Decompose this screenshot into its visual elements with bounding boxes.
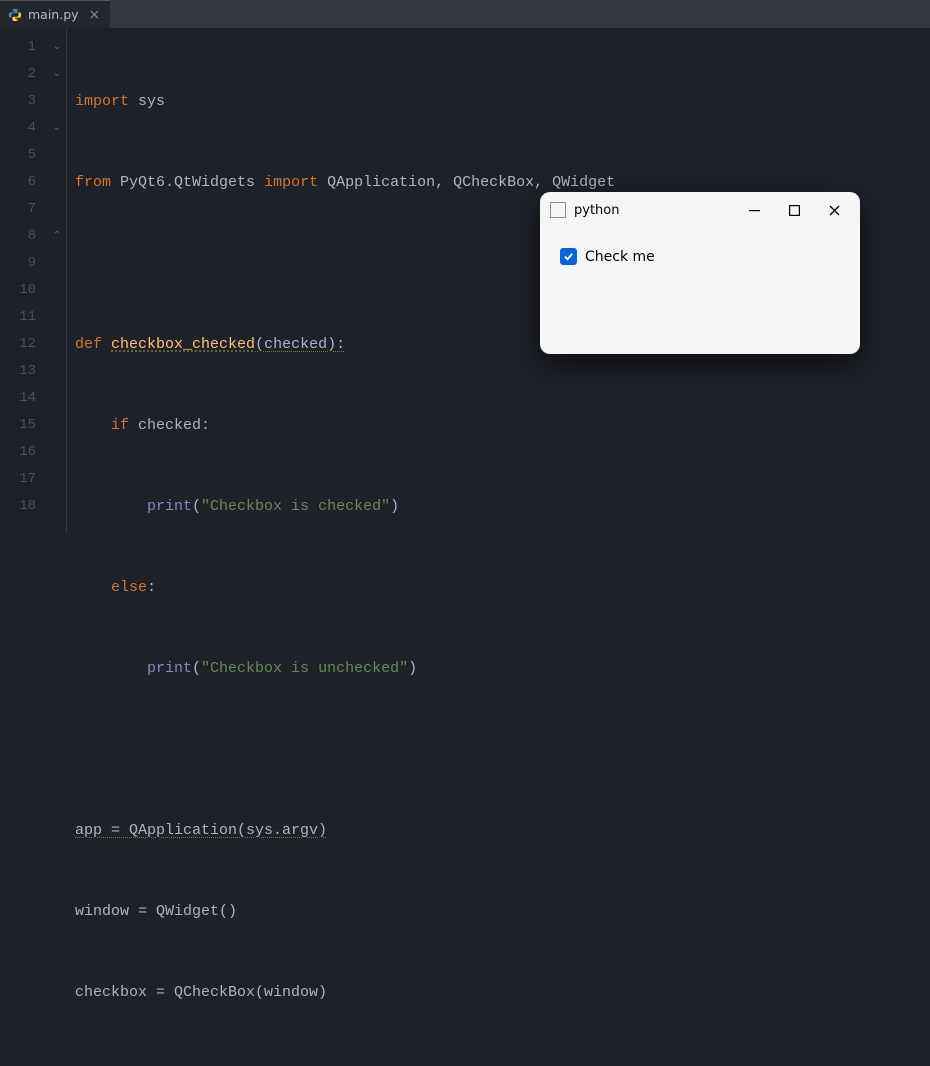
line-number: 17	[0, 466, 48, 493]
line-number: 7	[0, 196, 48, 223]
fold-spacer	[48, 466, 66, 493]
line-number: 14	[0, 385, 48, 412]
tab-bar: main.py ×	[0, 0, 930, 28]
line-number-gutter: 123456789101112131415161718	[0, 28, 48, 533]
line-number: 10	[0, 277, 48, 304]
checkbox-box[interactable]	[560, 248, 577, 265]
fold-toggle-icon[interactable]: ⌄	[48, 115, 66, 142]
line-number: 8	[0, 223, 48, 250]
fold-spacer	[48, 169, 66, 196]
fold-toggle-icon[interactable]: ⌄	[48, 61, 66, 88]
fold-spacer	[48, 250, 66, 277]
maximize-icon	[789, 205, 800, 216]
fold-spacer	[48, 331, 66, 358]
fold-spacer	[48, 277, 66, 304]
line-number: 12	[0, 331, 48, 358]
titlebar[interactable]: python	[540, 192, 860, 228]
line-number: 13	[0, 358, 48, 385]
line-number: 2	[0, 61, 48, 88]
line-number: 5	[0, 142, 48, 169]
close-icon	[829, 205, 840, 216]
tab-filename: main.py	[28, 7, 79, 22]
fold-spacer	[48, 439, 66, 466]
checkbox-label: Check me	[585, 249, 655, 265]
line-number: 4	[0, 115, 48, 142]
line-number: 15	[0, 412, 48, 439]
line-number: 1	[0, 34, 48, 61]
minimize-button[interactable]	[734, 196, 774, 224]
function-def-name: checkbox_checked	[111, 336, 255, 353]
check-icon	[563, 251, 574, 262]
window-title: python	[574, 203, 619, 218]
line-number: 18	[0, 493, 48, 520]
python-file-icon	[8, 8, 22, 22]
line-number: 9	[0, 250, 48, 277]
line-number: 3	[0, 88, 48, 115]
minimize-icon	[749, 205, 760, 216]
fold-spacer	[48, 412, 66, 439]
fold-spacer	[48, 358, 66, 385]
fold-column: ⌄⌄⌄⌃	[48, 28, 66, 533]
fold-spacer	[48, 88, 66, 115]
fold-toggle-icon[interactable]: ⌃	[48, 223, 66, 250]
app-icon	[550, 202, 566, 218]
tab-main-py[interactable]: main.py ×	[0, 0, 110, 28]
line-number: 6	[0, 169, 48, 196]
fold-spacer	[48, 142, 66, 169]
fold-spacer	[48, 304, 66, 331]
maximize-button[interactable]	[774, 196, 814, 224]
line-number: 11	[0, 304, 48, 331]
close-icon[interactable]: ×	[89, 7, 101, 23]
fold-spacer	[48, 493, 66, 520]
fold-spacer	[48, 385, 66, 412]
qt-app-window[interactable]: python Check me	[540, 192, 860, 354]
close-button[interactable]	[814, 196, 854, 224]
line-number: 16	[0, 439, 48, 466]
window-client-area: Check me	[540, 228, 860, 285]
fold-toggle-icon[interactable]: ⌄	[48, 34, 66, 61]
fold-spacer	[48, 196, 66, 223]
checkbox-check-me[interactable]: Check me	[560, 248, 840, 265]
